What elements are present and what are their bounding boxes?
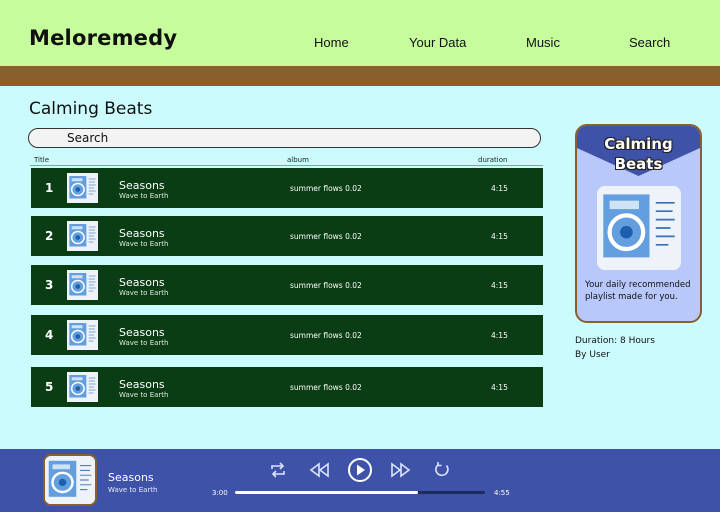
- column-header-duration: duration: [478, 156, 508, 164]
- track-artist: Wave to Earth: [119, 391, 169, 399]
- track-album: summer flows 0.02: [290, 383, 362, 392]
- track-title: Seasons: [119, 276, 165, 289]
- album-art-thumbnail: [67, 372, 98, 402]
- play-icon[interactable]: [347, 458, 373, 482]
- track-row[interactable]: 4 Seasons Wave to Earth summer flows 0.0…: [31, 315, 543, 355]
- playlist-card-title: Calming Beats: [604, 135, 673, 173]
- track-row[interactable]: 2 Seasons Wave to Earth summer flows 0.0…: [31, 216, 543, 256]
- track-album: summer flows 0.02: [290, 331, 362, 340]
- track-number: 5: [45, 380, 54, 394]
- loop-icon[interactable]: [430, 458, 454, 482]
- nav-home[interactable]: Home: [314, 35, 349, 50]
- column-header-album: album: [287, 156, 309, 164]
- track-number: 1: [45, 181, 54, 195]
- top-header: Meloremedy Home Your Data Music Search: [0, 0, 720, 66]
- column-header-title: Title: [34, 156, 50, 164]
- track-title: Seasons: [119, 227, 165, 240]
- track-row[interactable]: 1 Seasons Wave to Earth summer flows 0.0…: [31, 168, 543, 208]
- track-artist: Wave to Earth: [119, 339, 169, 347]
- now-playing-art[interactable]: [43, 454, 97, 506]
- track-artist: Wave to Earth: [119, 192, 169, 200]
- nav-music[interactable]: Music: [526, 35, 560, 50]
- track-duration: 4:15: [491, 383, 508, 392]
- track-duration: 4:15: [491, 184, 508, 193]
- track-duration: 4:15: [491, 232, 508, 241]
- playlist-card[interactable]: Calming Beats Your daily recommended pla…: [575, 124, 702, 323]
- progress-fill: [235, 491, 418, 494]
- album-art-thumbnail: [67, 320, 98, 350]
- header-divider: [30, 165, 543, 166]
- track-duration: 4:15: [491, 281, 508, 290]
- track-duration: 4:15: [491, 331, 508, 340]
- track-number: 3: [45, 278, 54, 292]
- page-title: Calming Beats: [29, 99, 153, 119]
- album-art-thumbnail: [67, 173, 98, 203]
- track-album: summer flows 0.02: [290, 281, 362, 290]
- next-icon[interactable]: [388, 458, 414, 482]
- track-album: summer flows 0.02: [290, 232, 362, 241]
- playlist-duration: Duration: 8 Hours: [575, 336, 655, 346]
- repeat-icon[interactable]: [266, 458, 290, 482]
- track-title: Seasons: [119, 179, 165, 192]
- track-title: Seasons: [119, 378, 165, 391]
- current-time: 3:00: [212, 489, 228, 497]
- track-title: Seasons: [119, 326, 165, 339]
- playlist-cover-art: [597, 186, 681, 270]
- track-album: summer flows 0.02: [290, 184, 362, 193]
- search-placeholder: Search: [67, 131, 109, 145]
- player-bar: Seasons Wave to Earth 3:00 4:55: [0, 449, 720, 512]
- track-number: 2: [45, 229, 54, 243]
- album-art-thumbnail: [67, 221, 98, 251]
- track-artist: Wave to Earth: [119, 289, 169, 297]
- track-artist: Wave to Earth: [119, 240, 169, 248]
- nav-search[interactable]: Search: [629, 35, 670, 50]
- track-number: 4: [45, 328, 54, 342]
- progress-slider[interactable]: [235, 491, 485, 494]
- header-divider-bar: [0, 66, 720, 86]
- app-logo[interactable]: Meloremedy: [29, 26, 177, 50]
- playlist-description: Your daily recommended playlist made for…: [585, 280, 691, 302]
- now-playing-artist: Wave to Earth: [108, 486, 158, 494]
- now-playing-title: Seasons: [108, 471, 154, 484]
- track-row[interactable]: 5 Seasons Wave to Earth summer flows 0.0…: [31, 367, 543, 407]
- previous-icon[interactable]: [306, 458, 332, 482]
- playlist-owner: By User: [575, 350, 610, 360]
- search-input[interactable]: Search: [28, 128, 541, 148]
- album-art-thumbnail: [67, 270, 98, 300]
- playlist-info: Duration: 8 Hours By User: [575, 334, 655, 362]
- total-time: 4:55: [494, 489, 510, 497]
- nav-your-data[interactable]: Your Data: [409, 35, 466, 50]
- track-row[interactable]: 3 Seasons Wave to Earth summer flows 0.0…: [31, 265, 543, 305]
